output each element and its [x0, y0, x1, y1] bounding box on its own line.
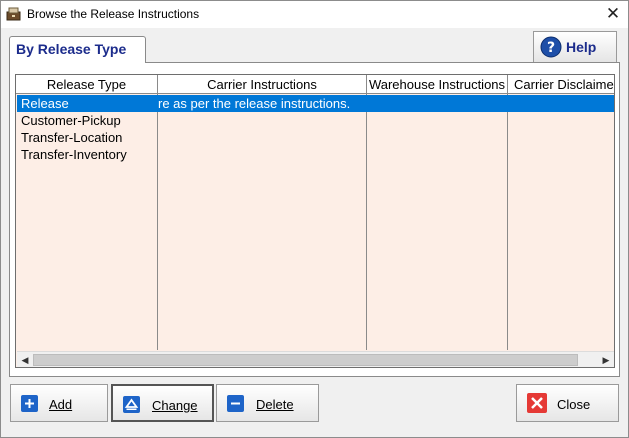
add-text: Add	[49, 397, 73, 412]
column-header-warehouse-instructions[interactable]: Warehouse Instructions	[367, 75, 508, 94]
help-label: Help	[566, 39, 597, 55]
table-row[interactable]: Transfer-Location	[17, 129, 614, 146]
window-close-button[interactable]: ✕	[601, 3, 625, 25]
add-label: Add	[49, 397, 72, 412]
table-row[interactable]: Customer-Pickup	[17, 112, 614, 129]
change-button[interactable]: Change	[111, 384, 214, 422]
column-header-carrier-disclaimer[interactable]: Carrier Disclaimer	[508, 75, 614, 94]
app-icon	[6, 7, 21, 21]
table-row[interactable]: Transfer-Inventory	[17, 146, 614, 163]
delete-label: Delete	[256, 397, 294, 412]
release-instructions-grid[interactable]: Release Type Carrier Instructions Wareho…	[15, 74, 615, 368]
cell-release-type: Transfer-Location	[21, 130, 123, 145]
add-button[interactable]: Add	[10, 384, 108, 422]
cell-carrier-instructions: re as per the release instructions.	[158, 96, 351, 111]
table-row-selected[interactable]: Release re as per the release instructio…	[17, 95, 614, 112]
change-text: Change	[152, 398, 198, 413]
scroll-left-button[interactable]: ◀	[17, 352, 33, 367]
window-title: Browse the Release Instructions	[27, 7, 200, 21]
column-header-release-type[interactable]: Release Type	[16, 75, 158, 94]
cell-release-type: Release	[21, 96, 69, 111]
tab-by-release-type[interactable]: By Release Type	[9, 36, 146, 63]
horizontal-scrollbar[interactable]: ◀ ▶	[17, 351, 614, 367]
x-icon	[527, 393, 547, 413]
cell-release-type: Transfer-Inventory	[21, 147, 127, 162]
plus-icon	[21, 395, 38, 412]
question-circle-icon: ?	[540, 36, 562, 58]
change-label: Change	[152, 398, 198, 413]
scroll-thumb[interactable]	[33, 354, 578, 366]
title-bar: Browse the Release Instructions ✕	[1, 1, 628, 28]
svg-text:?: ?	[547, 40, 555, 56]
delete-button[interactable]: Delete	[216, 384, 319, 422]
close-button[interactable]: Close	[516, 384, 619, 422]
minus-icon	[227, 395, 244, 412]
delete-text: Delete	[256, 397, 294, 412]
triangle-up-icon	[123, 396, 140, 413]
column-header-carrier-instructions[interactable]: Carrier Instructions	[158, 75, 367, 94]
close-label: Close	[557, 397, 591, 412]
scroll-right-button[interactable]: ▶	[598, 352, 614, 367]
cell-release-type: Customer-Pickup	[21, 113, 121, 128]
tab-strip: By Release Type	[9, 36, 617, 63]
help-button[interactable]: ? Help	[533, 31, 617, 63]
browse-release-window: Browse the Release Instructions ✕ By Rel…	[0, 0, 629, 438]
